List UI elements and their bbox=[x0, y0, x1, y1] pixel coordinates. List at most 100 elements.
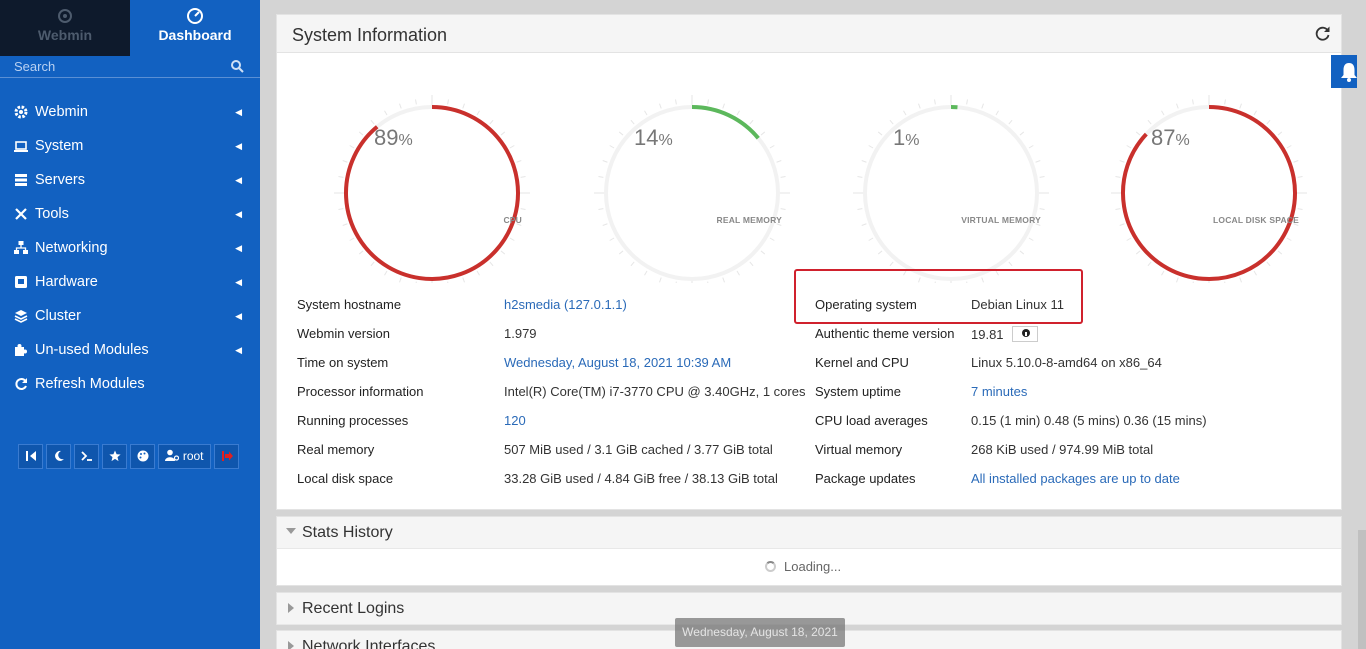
sidebar-item-networking[interactable]: Networking ◀ bbox=[0, 231, 260, 265]
panel-header: System Information bbox=[277, 15, 1341, 53]
moon-icon bbox=[54, 450, 64, 461]
search-icon[interactable] bbox=[230, 59, 244, 73]
terminal-icon bbox=[80, 451, 92, 461]
hostname-link[interactable]: h2smedia (127.0.1.1) bbox=[504, 297, 627, 312]
gauge-tick bbox=[447, 281, 449, 283]
sidebar-item-label: Networking bbox=[35, 240, 108, 256]
search-input[interactable] bbox=[14, 56, 224, 76]
loading-indicator: Loading... bbox=[765, 559, 841, 574]
gauge-tick bbox=[1028, 145, 1034, 149]
sidebar-tabs: Webmin Dashboard bbox=[0, 0, 260, 56]
gauge-tick bbox=[1297, 176, 1303, 178]
processes-link[interactable]: 120 bbox=[504, 413, 526, 428]
gauge-tick bbox=[358, 131, 364, 136]
gauge-tick bbox=[675, 281, 677, 283]
info-label: Virtual memory bbox=[815, 442, 903, 457]
gauge-tick bbox=[399, 103, 402, 109]
user-label: root bbox=[182, 449, 204, 463]
favorites-button[interactable] bbox=[102, 444, 127, 469]
terminal-button[interactable] bbox=[74, 444, 99, 469]
user-cog-icon bbox=[165, 449, 180, 461]
gauge-tick bbox=[349, 145, 355, 149]
gauge-virtual-memory: 1% VIRTUAL MEMORY bbox=[851, 63, 1051, 283]
user-button[interactable]: root bbox=[158, 444, 211, 469]
gauge-value: 1% bbox=[893, 125, 920, 150]
gauge-tick bbox=[462, 277, 465, 283]
gauge-tick bbox=[736, 270, 740, 276]
info-button[interactable] bbox=[1011, 326, 1038, 342]
stats-history-header[interactable]: Stats History bbox=[277, 517, 1341, 549]
info-value: 19.81 bbox=[971, 326, 1038, 342]
sidebar-item-cluster[interactable]: Cluster ◀ bbox=[0, 299, 260, 333]
theme-button[interactable] bbox=[130, 444, 155, 469]
caret-left-icon: ◀ bbox=[235, 243, 242, 253]
gauge-tick bbox=[370, 119, 375, 125]
info-value: 33.28 GiB used / 4.84 GiB free / 38.13 G… bbox=[504, 471, 778, 486]
package-updates-link[interactable]: All installed packages are up to date bbox=[971, 471, 1180, 486]
sidebar-item-hardware[interactable]: Hardware ◀ bbox=[0, 265, 260, 299]
uptime-link[interactable]: 7 minutes bbox=[971, 384, 1027, 399]
tab-webmin-label: Webmin bbox=[37, 27, 93, 43]
gauge-tick bbox=[749, 119, 754, 125]
gauge-local-disk-space: 87% LOCAL DISK SPACE bbox=[1109, 63, 1309, 283]
gauge-tick bbox=[630, 119, 635, 125]
network-icon bbox=[14, 241, 28, 254]
collapse-button[interactable] bbox=[18, 444, 43, 469]
logout-button[interactable] bbox=[214, 444, 239, 469]
gauge-tick bbox=[1293, 160, 1299, 163]
gauge-value: 89% bbox=[374, 125, 413, 150]
info-label: Processor information bbox=[297, 384, 424, 399]
sidebar-item-label: Webmin bbox=[35, 104, 88, 120]
info-label: CPU load averages bbox=[815, 413, 928, 428]
logout-icon bbox=[221, 451, 233, 461]
gauge-tick bbox=[342, 160, 348, 163]
gauge-tick bbox=[598, 176, 604, 178]
gauge-arc bbox=[691, 105, 760, 140]
refresh-icon[interactable] bbox=[1315, 25, 1331, 41]
sidebar-item-webmin[interactable]: Webmin ◀ bbox=[0, 95, 260, 129]
gauge-ring bbox=[594, 95, 790, 283]
info-icon bbox=[1021, 329, 1030, 337]
sidebar-item-tools[interactable]: Tools ◀ bbox=[0, 197, 260, 231]
gauge-tick bbox=[644, 110, 648, 116]
caret-down-icon bbox=[286, 528, 296, 534]
gauge-tick bbox=[1019, 131, 1025, 136]
gauge-tick bbox=[1176, 103, 1179, 109]
tab-dashboard[interactable]: Dashboard bbox=[130, 0, 260, 56]
gauge-tick bbox=[602, 223, 608, 226]
bell-icon bbox=[1341, 63, 1357, 82]
laptop-icon bbox=[14, 141, 28, 152]
sidebar-item-label: Un-used Modules bbox=[35, 342, 149, 358]
sidebar-item-refresh-modules[interactable]: Refresh Modules bbox=[0, 367, 260, 401]
gauge-tick bbox=[736, 110, 740, 116]
info-label: Webmin version bbox=[297, 326, 390, 341]
sidebar-item-servers[interactable]: Servers ◀ bbox=[0, 163, 260, 197]
gauge-tick bbox=[903, 110, 907, 116]
main-content: System Information 89% CPU 14% REAL MEMO… bbox=[276, 0, 1342, 649]
gauge-tick bbox=[760, 131, 766, 136]
tab-webmin[interactable]: Webmin bbox=[0, 0, 130, 56]
gauge-tick bbox=[516, 160, 522, 163]
gauge-tick bbox=[707, 281, 709, 283]
time-link[interactable]: Wednesday, August 18, 2021 10:39 AM bbox=[504, 355, 731, 370]
gauge-tick bbox=[399, 277, 402, 283]
gauge-tick bbox=[618, 250, 624, 255]
gauge-tick bbox=[889, 119, 894, 125]
sidebar-item-unused-modules[interactable]: Un-used Modules ◀ bbox=[0, 333, 260, 367]
gauge-tick bbox=[609, 145, 615, 149]
gauge-tick bbox=[462, 103, 465, 109]
sidebar-item-system[interactable]: System ◀ bbox=[0, 129, 260, 163]
info-label: Running processes bbox=[297, 413, 409, 428]
gauge-tick bbox=[1176, 277, 1179, 283]
sidebar-item-label: System bbox=[35, 138, 84, 154]
night-mode-button[interactable] bbox=[46, 444, 71, 469]
info-label: Package updates bbox=[815, 471, 916, 486]
stats-history-panel: Stats History Loading... bbox=[276, 516, 1342, 586]
gauge-tick bbox=[966, 99, 968, 105]
caret-left-icon: ◀ bbox=[235, 311, 242, 321]
gauge-tick bbox=[598, 208, 604, 210]
info-label: System hostname bbox=[297, 297, 402, 312]
scrollbar-thumb[interactable] bbox=[1358, 530, 1366, 649]
gauge-tick bbox=[675, 99, 677, 105]
gauge-tick bbox=[509, 237, 515, 241]
